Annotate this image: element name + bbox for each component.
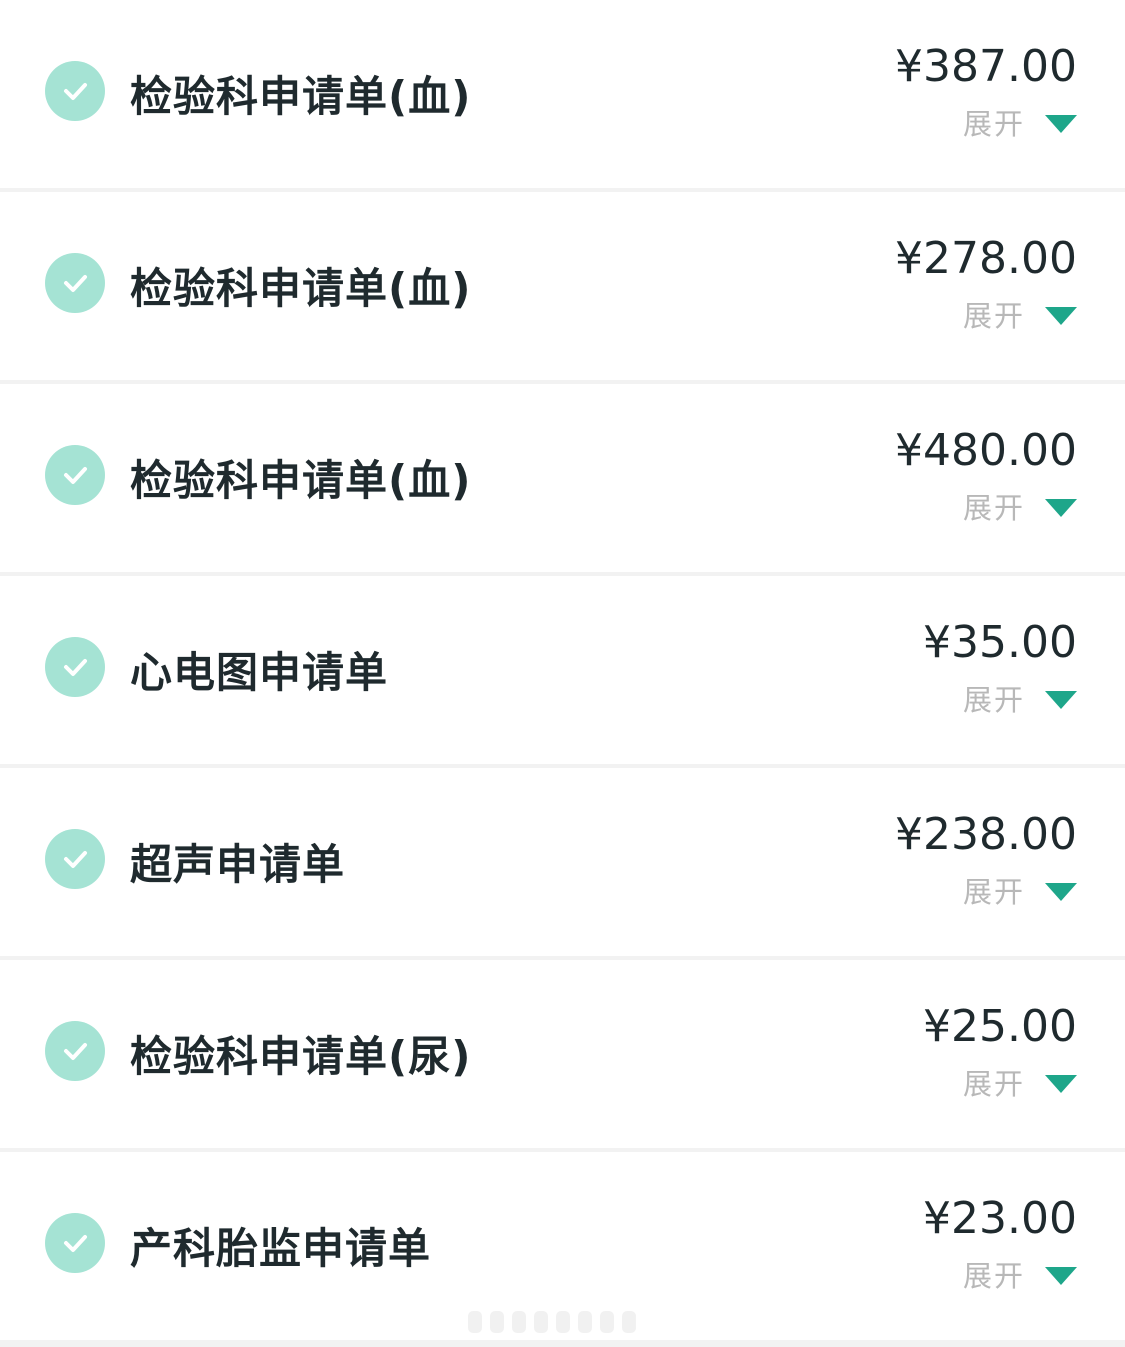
item-price: ¥278.00: [895, 233, 1077, 284]
item-price: ¥238.00: [895, 809, 1077, 860]
checked-circle-icon[interactable]: [45, 637, 105, 697]
triangle-down-icon: [1045, 691, 1077, 709]
expand-button[interactable]: 展开: [963, 683, 1077, 717]
item-price: ¥35.00: [923, 617, 1077, 668]
expand-label: 展开: [962, 107, 1025, 141]
list-item[interactable]: 检验科申请单(血) ¥480.00 展开: [0, 384, 1125, 572]
item-name: 检验科申请单(血): [130, 72, 472, 121]
expand-button[interactable]: 展开: [963, 491, 1077, 525]
expand-label: 展开: [962, 875, 1025, 909]
item-price: ¥25.00: [923, 1001, 1077, 1052]
application-form-list: 检验科申请单(血) ¥387.00 展开 检验科申请单(血) ¥278.00 展…: [0, 0, 1125, 1347]
list-item[interactable]: 心电图申请单 ¥35.00 展开: [0, 576, 1125, 764]
triangle-down-icon: [1045, 1267, 1077, 1285]
item-price: ¥480.00: [895, 425, 1077, 476]
expand-label: 展开: [962, 1259, 1025, 1293]
triangle-down-icon: [1045, 1075, 1077, 1093]
checked-circle-icon[interactable]: [45, 1213, 105, 1273]
expand-button[interactable]: 展开: [963, 875, 1077, 909]
item-name: 产科胎监申请单: [130, 1224, 432, 1273]
list-item[interactable]: 检验科申请单(血) ¥387.00 展开: [0, 0, 1125, 188]
expand-label: 展开: [962, 1067, 1025, 1101]
list-item[interactable]: 超声申请单 ¥238.00 展开: [0, 768, 1125, 956]
item-name: 检验科申请单(尿): [130, 1032, 472, 1081]
checked-circle-icon[interactable]: [45, 253, 105, 313]
list-item[interactable]: 检验科申请单(尿) ¥25.00 展开: [0, 960, 1125, 1148]
checked-circle-icon[interactable]: [45, 829, 105, 889]
expand-label: 展开: [962, 683, 1025, 717]
expand-button[interactable]: 展开: [963, 107, 1077, 141]
triangle-down-icon: [1045, 115, 1077, 133]
expand-button[interactable]: 展开: [963, 299, 1077, 333]
item-name: 检验科申请单(血): [130, 456, 472, 505]
expand-button[interactable]: 展开: [963, 1259, 1077, 1293]
triangle-down-icon: [1045, 307, 1077, 325]
list-item[interactable]: 检验科申请单(血) ¥278.00 展开: [0, 192, 1125, 380]
watermark: [468, 1309, 658, 1335]
triangle-down-icon: [1045, 883, 1077, 901]
item-name: 心电图申请单: [130, 648, 389, 697]
expand-button[interactable]: 展开: [963, 1067, 1077, 1101]
checked-circle-icon[interactable]: [45, 445, 105, 505]
item-name: 超声申请单: [130, 840, 346, 889]
item-price: ¥387.00: [895, 41, 1077, 92]
checked-circle-icon[interactable]: [45, 1021, 105, 1081]
expand-label: 展开: [962, 491, 1025, 525]
item-price: ¥23.00: [923, 1193, 1077, 1244]
checked-circle-icon[interactable]: [45, 61, 105, 121]
triangle-down-icon: [1045, 499, 1077, 517]
expand-label: 展开: [962, 299, 1025, 333]
item-name: 检验科申请单(血): [130, 264, 472, 313]
